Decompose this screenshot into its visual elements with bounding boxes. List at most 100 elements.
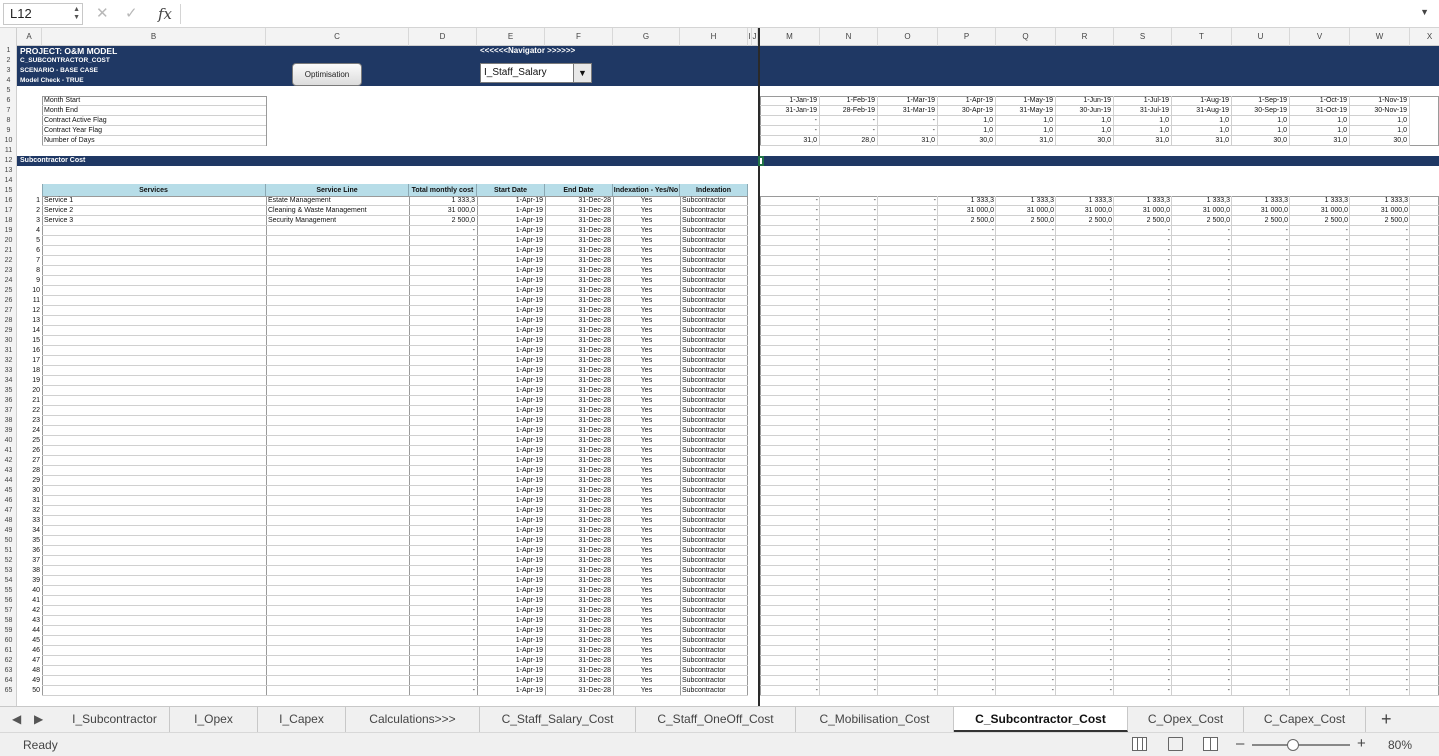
worksheet-grid[interactable]: ABCDEFGHIJLMNOPQRSTUVWX12345678910111213… — [0, 28, 1439, 706]
monthly-cost-cell[interactable]: 31 000,0 — [1350, 206, 1410, 216]
indexation-yes-no[interactable]: Yes — [613, 406, 680, 416]
monthly-cost-cell[interactable]: - — [1172, 336, 1232, 346]
monthly-cost-cell[interactable]: - — [1114, 316, 1172, 326]
monthly-cost-cell[interactable]: - — [1350, 576, 1410, 586]
monthly-cost-cell[interactable]: - — [760, 466, 820, 476]
monthly-cost-cell[interactable]: - — [820, 606, 878, 616]
monthly-cost-cell[interactable]: - — [1056, 336, 1114, 346]
sheet-tab-i-subcontractor[interactable]: I_Subcontractor — [60, 707, 170, 732]
total-monthly-cost[interactable]: - — [409, 556, 477, 566]
monthly-cost-cell[interactable]: - — [820, 556, 878, 566]
sheet-tab-c-staff-salary-cost[interactable]: C_Staff_Salary_Cost — [480, 707, 636, 732]
indexation-type[interactable]: Subcontractor — [680, 526, 748, 536]
monthly-cost-cell[interactable]: - — [1290, 286, 1350, 296]
monthly-cost-cell[interactable]: - — [1114, 466, 1172, 476]
monthly-cost-cell[interactable]: - — [1172, 566, 1232, 576]
row-header[interactable]: 6 — [0, 96, 17, 106]
monthly-cost-cell[interactable]: - — [1056, 656, 1114, 666]
optimisation-button[interactable]: Optimisation — [292, 63, 362, 86]
column-header-v[interactable]: V — [1290, 28, 1350, 46]
monthly-cost-cell[interactable]: - — [760, 216, 820, 226]
monthly-cost-cell[interactable]: - — [1056, 256, 1114, 266]
monthly-cost-cell[interactable]: - — [996, 476, 1056, 486]
monthly-cost-cell[interactable]: 2 500,0 — [938, 216, 996, 226]
column-header-b[interactable]: B — [42, 28, 266, 46]
monthly-cost-cell[interactable]: - — [1114, 266, 1172, 276]
monthly-cost-cell[interactable]: - — [938, 546, 996, 556]
monthly-cost-cell[interactable]: - — [1172, 466, 1232, 476]
active-cell-l12[interactable] — [758, 156, 764, 166]
monthly-cost-cell[interactable]: - — [938, 596, 996, 606]
row-header[interactable]: 53 — [0, 566, 17, 576]
monthly-cost-cell[interactable]: - — [820, 476, 878, 486]
monthly-cost-cell[interactable]: - — [1114, 446, 1172, 456]
start-date[interactable]: 1-Apr-19 — [477, 256, 545, 266]
end-date[interactable]: 31-Dec-28 — [545, 226, 613, 236]
service-line[interactable]: Estate Management — [266, 196, 409, 206]
monthly-cost-cell[interactable]: - — [878, 666, 938, 676]
monthly-cost-cell[interactable]: - — [996, 386, 1056, 396]
row-header[interactable]: 65 — [0, 686, 17, 696]
start-date[interactable]: 1-Apr-19 — [477, 666, 545, 676]
row-header[interactable]: 28 — [0, 316, 17, 326]
total-monthly-cost[interactable]: - — [409, 396, 477, 406]
monthly-cost-cell[interactable]: - — [1172, 256, 1232, 266]
row-header[interactable]: 16 — [0, 196, 17, 206]
select-all-corner[interactable] — [0, 28, 17, 46]
indexation-type[interactable]: Subcontractor — [680, 316, 748, 326]
monthly-cost-cell[interactable]: - — [820, 416, 878, 426]
monthly-cost-cell[interactable]: - — [1350, 426, 1410, 436]
monthly-cost-cell[interactable]: - — [1232, 256, 1290, 266]
monthly-cost-cell[interactable]: - — [1172, 586, 1232, 596]
monthly-cost-cell[interactable]: - — [996, 466, 1056, 476]
monthly-cost-cell[interactable]: - — [996, 316, 1056, 326]
total-monthly-cost[interactable]: - — [409, 316, 477, 326]
start-date[interactable]: 1-Apr-19 — [477, 676, 545, 686]
monthly-cost-cell[interactable]: - — [1056, 296, 1114, 306]
monthly-cost-cell[interactable]: - — [1172, 396, 1232, 406]
monthly-cost-cell[interactable]: - — [1350, 616, 1410, 626]
monthly-cost-cell[interactable]: - — [1056, 586, 1114, 596]
monthly-cost-cell[interactable]: - — [938, 436, 996, 446]
monthly-cost-cell[interactable]: - — [996, 456, 1056, 466]
monthly-cost-cell[interactable]: - — [1350, 266, 1410, 276]
monthly-cost-cell[interactable]: - — [938, 566, 996, 576]
monthly-cost-cell[interactable]: - — [996, 376, 1056, 386]
monthly-cost-cell[interactable]: - — [1232, 276, 1290, 286]
monthly-cost-cell[interactable]: - — [760, 636, 820, 646]
monthly-cost-cell[interactable]: - — [1350, 526, 1410, 536]
total-monthly-cost[interactable]: - — [409, 606, 477, 616]
monthly-cost-cell[interactable]: - — [1290, 226, 1350, 236]
monthly-cost-cell[interactable]: - — [820, 406, 878, 416]
column-header-c[interactable]: C — [266, 28, 409, 46]
monthly-cost-cell[interactable]: - — [1350, 456, 1410, 466]
end-date[interactable]: 31-Dec-28 — [545, 426, 613, 436]
monthly-cost-cell[interactable]: - — [1232, 296, 1290, 306]
indexation-yes-no[interactable]: Yes — [613, 666, 680, 676]
monthly-cost-cell[interactable]: 31 000,0 — [1290, 206, 1350, 216]
end-date[interactable]: 31-Dec-28 — [545, 586, 613, 596]
monthly-cost-cell[interactable]: - — [1232, 536, 1290, 546]
monthly-cost-cell[interactable]: - — [1290, 656, 1350, 666]
monthly-cost-cell[interactable]: - — [938, 476, 996, 486]
monthly-cost-cell[interactable]: - — [760, 536, 820, 546]
monthly-cost-cell[interactable]: - — [1172, 446, 1232, 456]
name-box-arrows-icon[interactable]: ▲ ▼ — [73, 6, 80, 22]
column-header-d[interactable]: D — [409, 28, 477, 46]
monthly-cost-cell[interactable]: - — [1114, 516, 1172, 526]
total-monthly-cost[interactable]: - — [409, 416, 477, 426]
monthly-cost-cell[interactable]: - — [1290, 476, 1350, 486]
monthly-cost-cell[interactable]: - — [1056, 286, 1114, 296]
monthly-cost-cell[interactable]: - — [1232, 416, 1290, 426]
monthly-cost-cell[interactable]: - — [1114, 656, 1172, 666]
monthly-cost-cell[interactable]: - — [760, 526, 820, 536]
end-date[interactable]: 31-Dec-28 — [545, 546, 613, 556]
monthly-cost-cell[interactable]: 1 333,3 — [1232, 196, 1290, 206]
monthly-cost-cell[interactable]: - — [760, 206, 820, 216]
monthly-cost-cell[interactable]: - — [760, 586, 820, 596]
monthly-cost-cell[interactable]: - — [1232, 576, 1290, 586]
monthly-cost-cell[interactable]: - — [820, 336, 878, 346]
monthly-cost-cell[interactable]: - — [878, 506, 938, 516]
total-monthly-cost[interactable]: - — [409, 516, 477, 526]
end-date[interactable]: 31-Dec-28 — [545, 666, 613, 676]
